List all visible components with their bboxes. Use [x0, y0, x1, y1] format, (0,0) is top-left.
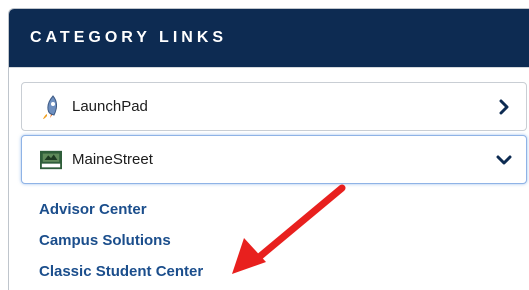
category-item-mainestreet[interactable]: MaineStreet: [21, 135, 527, 184]
sublink-classic-student-center[interactable]: Classic Student Center: [39, 256, 203, 287]
category-item-launchpad[interactable]: LaunchPad: [21, 82, 527, 131]
rocket-icon: [40, 94, 62, 119]
chevron-down-icon[interactable]: [496, 152, 512, 168]
category-item-label: LaunchPad: [72, 98, 148, 115]
panel-title: CATEGORY LINKS: [30, 29, 228, 46]
chevron-right-icon[interactable]: [496, 99, 512, 115]
mainestreet-sublinks: Advisor Center Campus Solutions Classic …: [39, 194, 203, 287]
category-item-label: MaineStreet: [72, 151, 153, 168]
category-list: LaunchPad MaineStreet Advisor Center Cam…: [9, 67, 529, 290]
category-links-panel: CATEGORY LINKS LaunchPad MaineStreet Adv…: [8, 8, 529, 290]
panel-header: CATEGORY LINKS: [9, 9, 529, 67]
mainestreet-logo-icon: [40, 148, 62, 172]
sublink-campus-solutions[interactable]: Campus Solutions: [39, 225, 203, 256]
sublink-advisor-center[interactable]: Advisor Center: [39, 194, 203, 225]
